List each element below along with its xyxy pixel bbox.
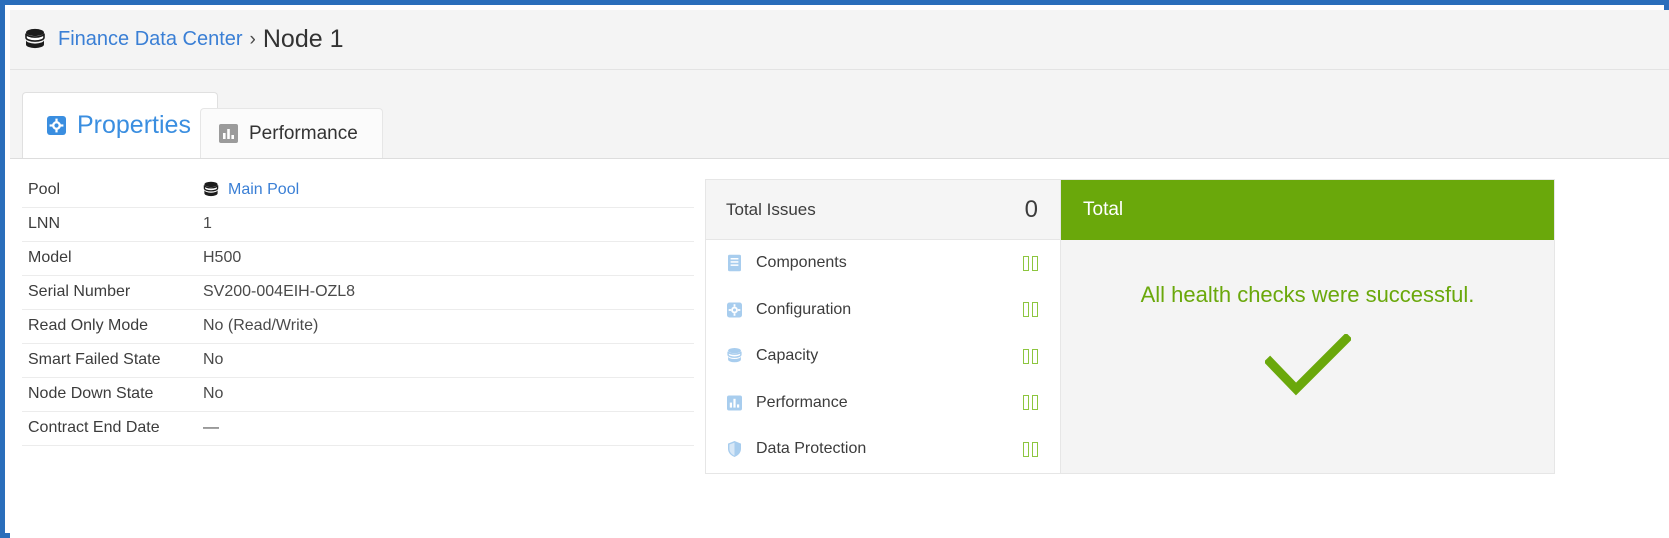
table-row: Read Only Mode No (Read/Write) xyxy=(22,309,694,344)
property-key: Model xyxy=(22,241,203,276)
tab-performance-label: Performance xyxy=(249,122,358,144)
table-row: Node Down State No xyxy=(22,377,694,412)
status-badge xyxy=(1023,441,1038,457)
gear-icon xyxy=(47,116,66,135)
property-value: No (Read/Write) xyxy=(203,309,694,344)
tab-properties[interactable]: Properties xyxy=(22,92,218,158)
list-item[interactable]: Data Protection xyxy=(706,426,1060,473)
property-value: SV200-004EIH-OZL8 xyxy=(203,275,694,310)
total-issues-label: Total Issues xyxy=(726,199,816,219)
tab-strip: Properties Performance xyxy=(10,70,1669,159)
status-badge xyxy=(1023,395,1038,411)
bar-chart-icon xyxy=(727,395,742,411)
table-row: Contract End Date — xyxy=(22,411,694,446)
status-badge xyxy=(1023,255,1038,271)
issue-label: Capacity xyxy=(756,347,819,365)
status-badge xyxy=(1023,348,1038,364)
total-health-panel: Total All health checks were successful. xyxy=(1061,179,1555,474)
property-value: 1 xyxy=(203,207,694,242)
breadcrumb-separator: › xyxy=(249,28,256,50)
health-status-message: All health checks were successful. xyxy=(1140,282,1475,307)
list-item[interactable]: Configuration xyxy=(706,287,1060,334)
page-title: Node 1 xyxy=(262,25,344,53)
cluster-icon xyxy=(203,181,219,196)
table-row: Model H500 xyxy=(22,241,694,276)
property-key: Serial Number xyxy=(22,275,203,310)
app-window-frame: Finance Data Center › Node 1 Properties xyxy=(0,0,1669,538)
content-area: Pool Main Pool LNN 1 Model H500 Serial N… xyxy=(10,159,1669,538)
property-value: H500 xyxy=(203,241,694,276)
table-row: Smart Failed State No xyxy=(22,343,694,378)
breadcrumb: Finance Data Center › Node 1 xyxy=(10,10,1669,70)
table-row: LNN 1 xyxy=(22,207,694,242)
cluster-icon xyxy=(727,348,742,363)
issue-label: Configuration xyxy=(756,300,852,318)
total-issues-count: 0 xyxy=(1024,195,1038,223)
total-issues-panel: Total Issues 0 Components Configuration … xyxy=(705,179,1061,474)
table-row: Serial Number SV200-004EIH-OZL8 xyxy=(22,275,694,310)
shield-icon xyxy=(728,441,741,458)
property-key: Pool xyxy=(22,173,203,208)
total-body: All health checks were successful. xyxy=(1061,240,1554,473)
total-header-label: Total xyxy=(1083,199,1124,220)
property-key: LNN xyxy=(22,207,203,242)
issue-label: Components xyxy=(756,254,847,272)
issue-label: Data Protection xyxy=(756,440,867,458)
property-value: — xyxy=(203,411,694,446)
issue-label: Performance xyxy=(756,393,848,411)
property-value: Main Pool xyxy=(203,173,694,208)
property-value: No xyxy=(203,343,694,378)
breadcrumb-parent-link[interactable]: Finance Data Center xyxy=(58,28,243,51)
checkmark-icon xyxy=(1264,334,1351,396)
bar-chart-icon xyxy=(219,124,238,143)
list-item[interactable]: Performance xyxy=(706,380,1060,427)
total-header: Total xyxy=(1061,180,1554,240)
properties-table: Pool Main Pool LNN 1 Model H500 Serial N… xyxy=(22,173,694,446)
tab-properties-label: Properties xyxy=(77,111,191,139)
gear-icon xyxy=(727,302,742,318)
property-key: Smart Failed State xyxy=(22,343,203,378)
tab-performance[interactable]: Performance xyxy=(200,108,383,158)
document-icon xyxy=(728,255,741,272)
property-value: No xyxy=(203,377,694,412)
property-key: Node Down State xyxy=(22,377,203,412)
page-root: Finance Data Center › Node 1 Properties xyxy=(10,10,1669,538)
status-badge xyxy=(1023,302,1038,318)
property-key: Read Only Mode xyxy=(22,309,203,344)
table-row: Pool Main Pool xyxy=(22,173,694,208)
list-item[interactable]: Components xyxy=(706,240,1060,287)
total-issues-header: Total Issues 0 xyxy=(706,180,1060,240)
list-item[interactable]: Capacity xyxy=(706,333,1060,380)
cluster-icon xyxy=(25,28,45,48)
pool-link[interactable]: Main Pool xyxy=(228,181,299,199)
property-key: Contract End Date xyxy=(22,411,203,446)
